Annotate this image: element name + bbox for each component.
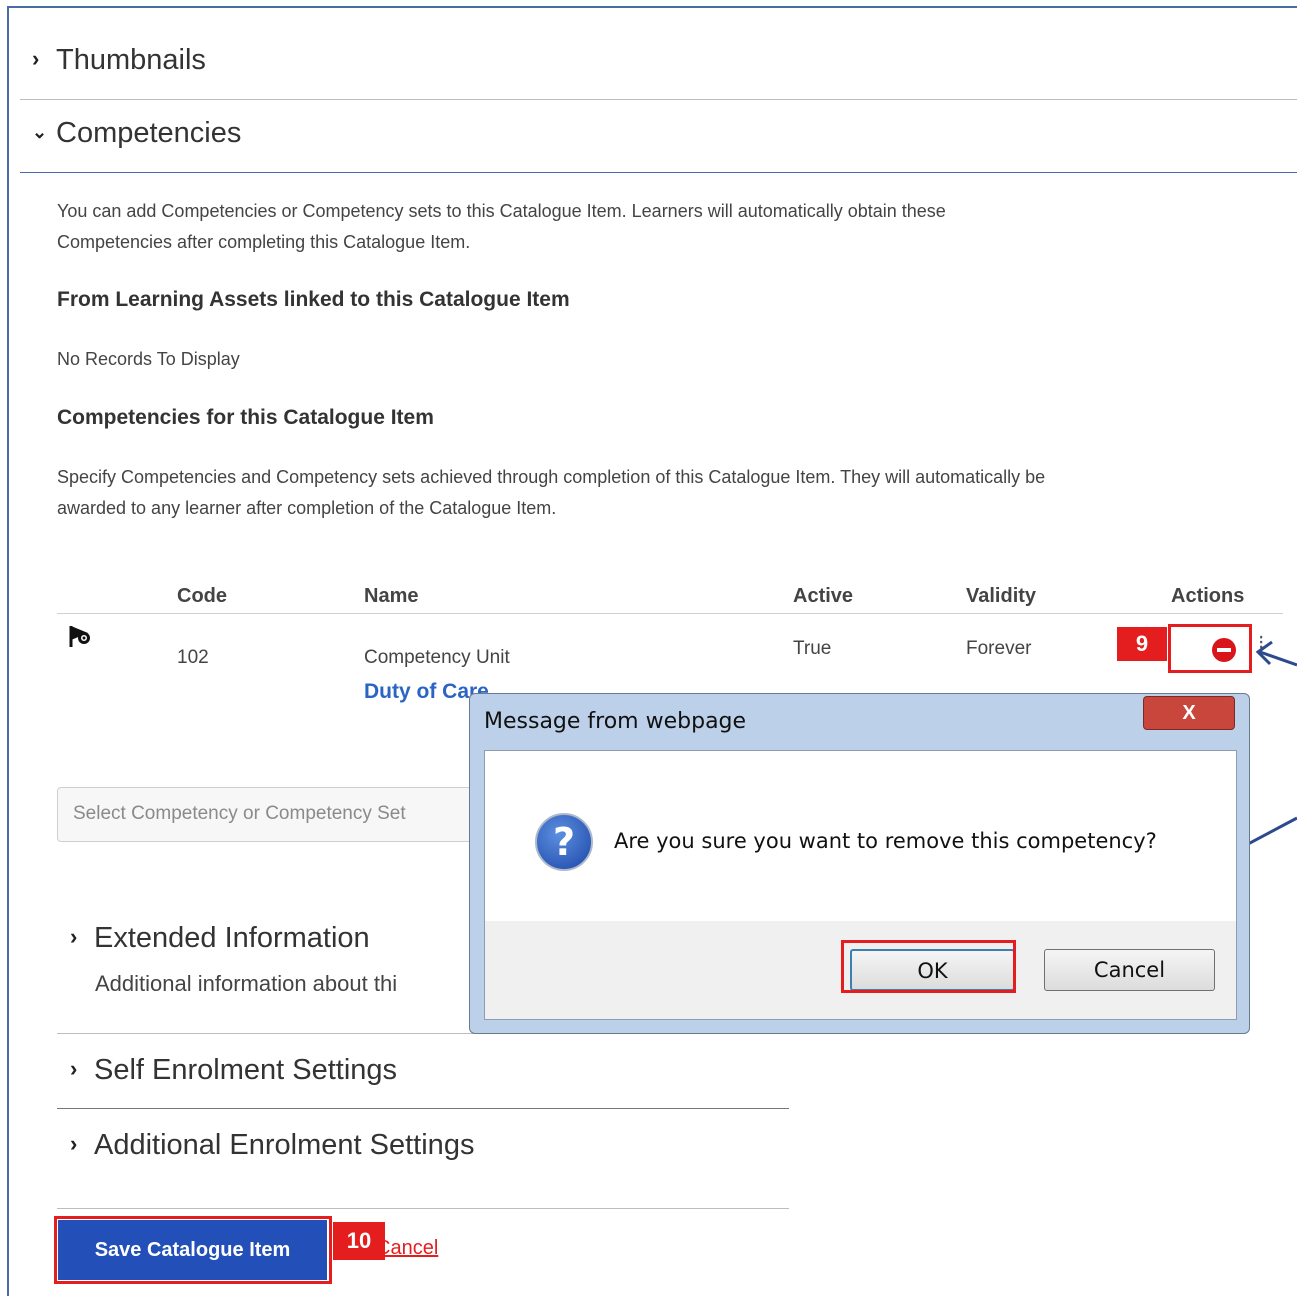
section-self-enrolment-label: Self Enrolment Settings <box>94 1054 398 1086</box>
extended-description: Additional information about thi <box>95 971 398 996</box>
chevron-right-icon: › <box>70 924 78 949</box>
ok-highlight-box <box>841 940 1016 993</box>
divider <box>57 1208 789 1209</box>
competency-select[interactable]: Select Competency or Competency Set <box>57 787 477 842</box>
annotation-arrows <box>1016 640 1297 968</box>
dialog-message: Are you sure you want to remove this com… <box>614 829 1157 853</box>
dialog-close-button[interactable]: X <box>1143 696 1235 730</box>
divider <box>57 1108 789 1109</box>
dialog-title: Message from webpage <box>484 709 747 734</box>
save-highlight-box <box>54 1216 332 1284</box>
chevron-right-icon: › <box>70 1131 78 1156</box>
section-additional-enrolment[interactable]: › Additional Enrolment Settings <box>70 1129 474 1162</box>
section-self-enrolment[interactable]: › Self Enrolment Settings <box>70 1054 397 1087</box>
chevron-right-icon: › <box>70 1056 78 1081</box>
section-extended-label: Extended Information <box>94 922 370 954</box>
section-extended-information[interactable]: › Extended Information <box>70 922 370 955</box>
section-additional-enrolment-label: Additional Enrolment Settings <box>94 1129 475 1161</box>
dialog-cancel-button[interactable]: Cancel <box>1044 949 1215 991</box>
cancel-link[interactable]: Cancel <box>376 1237 438 1260</box>
question-icon: ? <box>535 813 593 871</box>
competency-select-placeholder: Select Competency or Competency Set <box>73 803 406 824</box>
